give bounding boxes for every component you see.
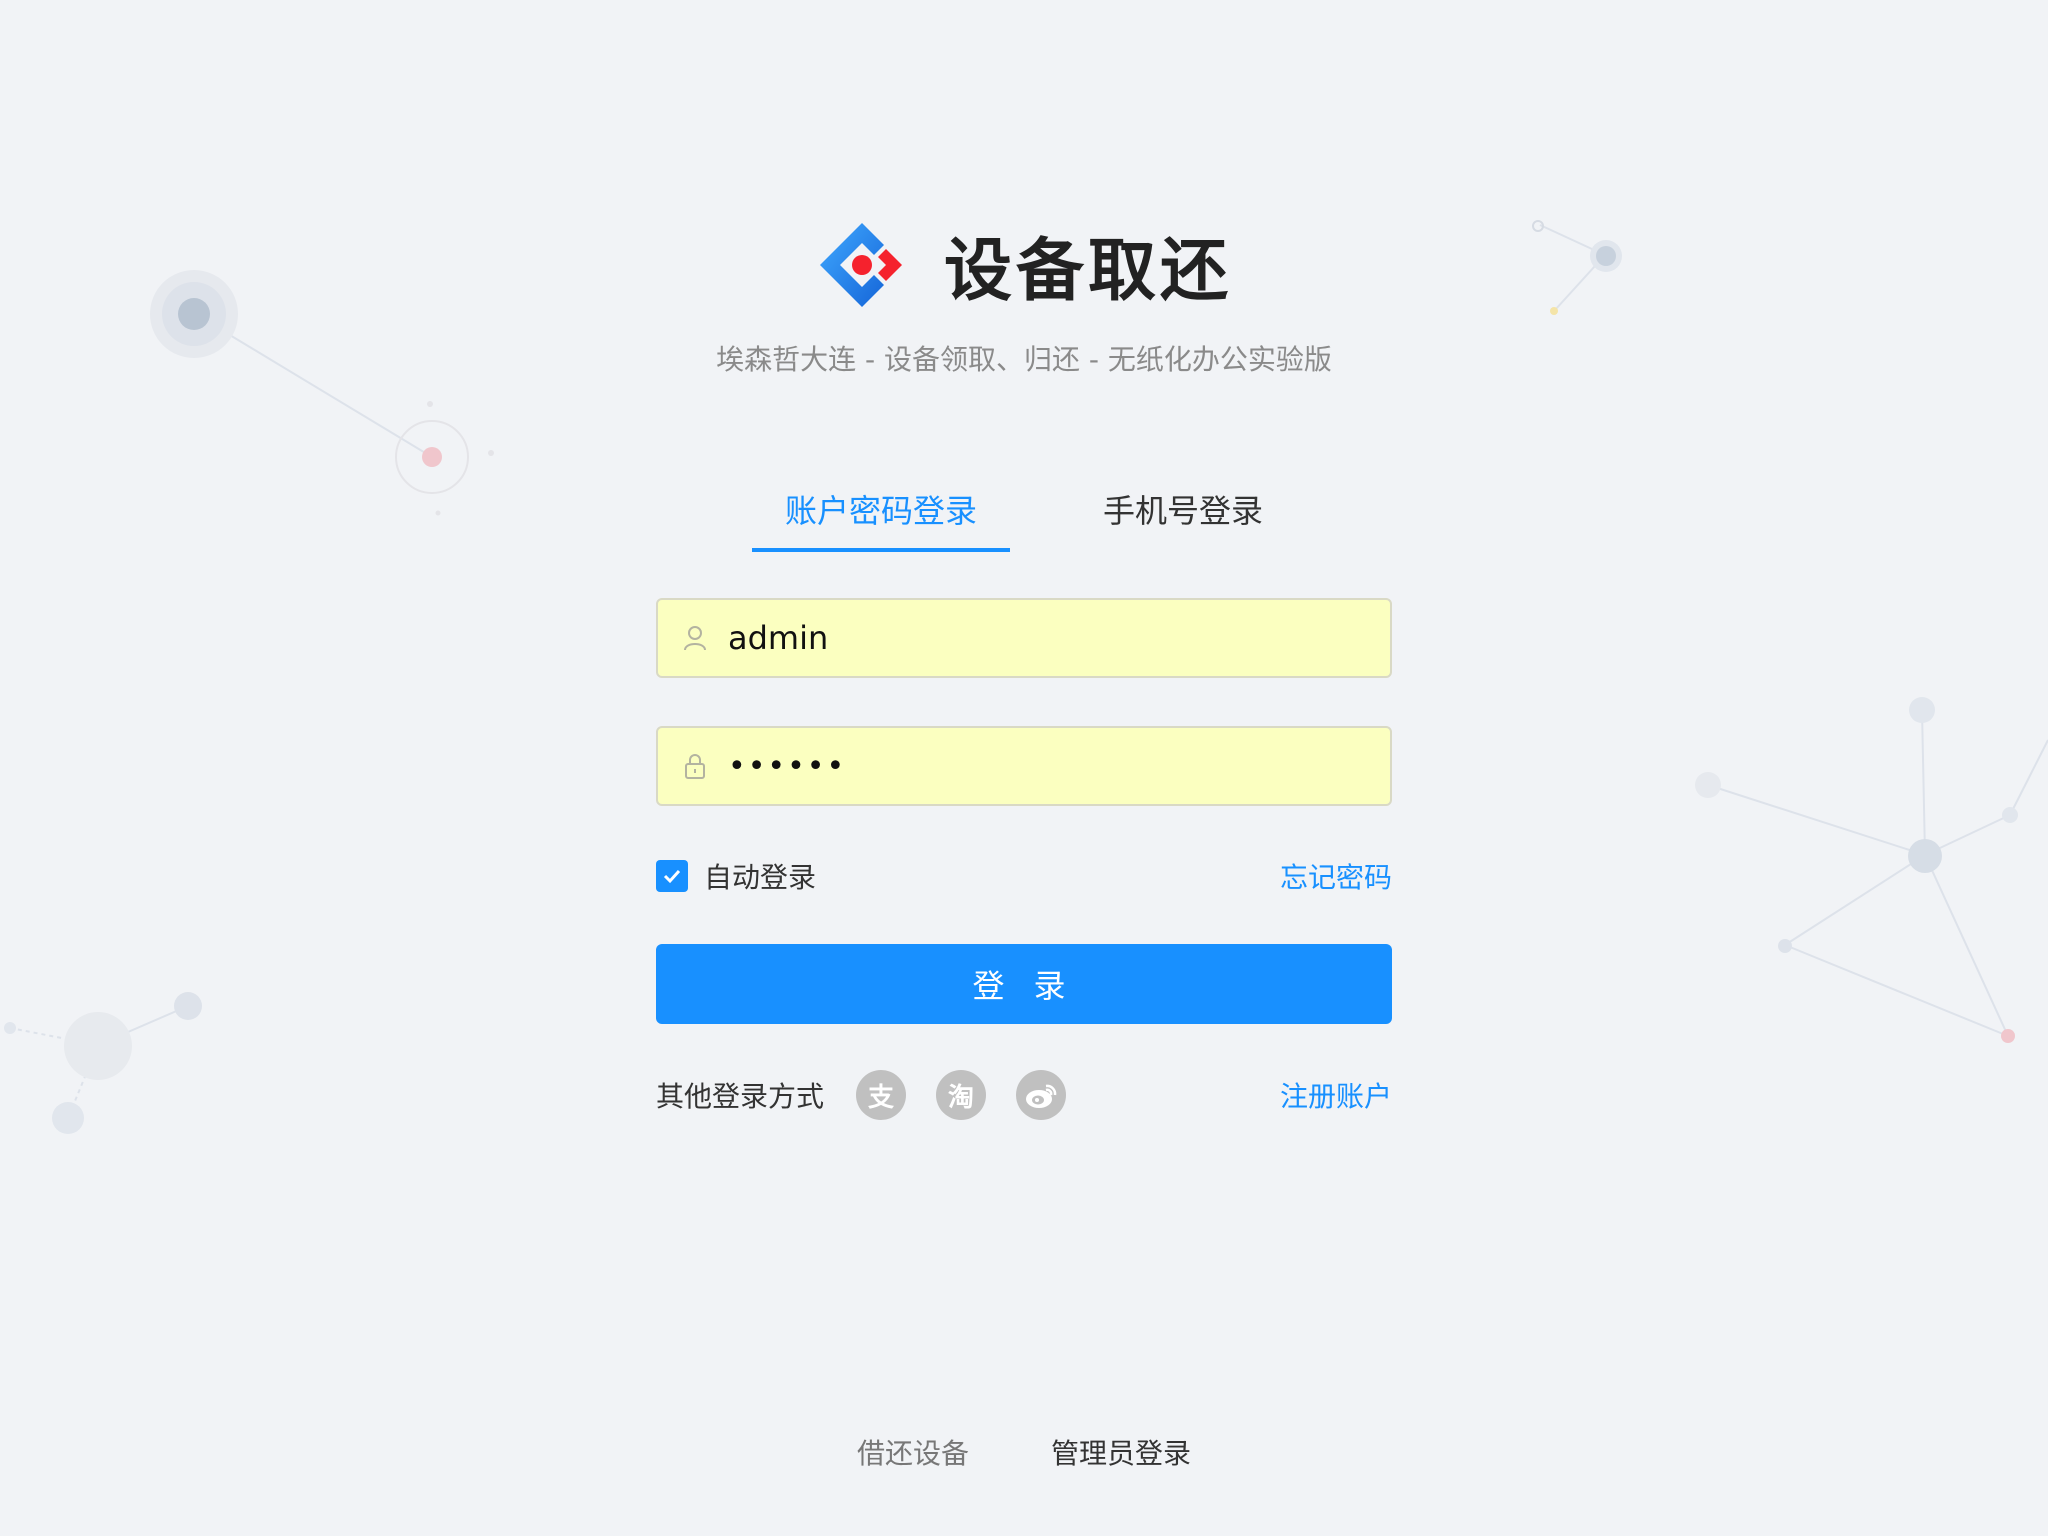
borrow-devices-link[interactable]: 借还设备 [857,1432,969,1472]
user-icon [684,626,706,651]
login-tabs: 账户密码登录 手机号登录 [752,478,1312,552]
alipay-icon[interactable]: 支 [856,1070,907,1120]
admin-login-link[interactable]: 管理员登录 [1051,1432,1191,1472]
login-page: 设备取还 埃森哲大连 - 设备领取、归还 - 无纸化办公实验版 账户密码登录 手… [0,0,2048,1536]
app-logo-icon [819,222,902,307]
login-button[interactable]: 登 录 [656,944,1392,1024]
username-input[interactable] [728,619,1368,657]
check-icon [663,869,681,884]
forgot-password-link[interactable]: 忘记密码 [1280,856,1392,896]
taobao-icon[interactable]: 淘 [936,1070,987,1120]
auto-login-label: 自动登录 [704,861,817,894]
weibo-glyph [1026,1084,1057,1108]
app-subtitle: 埃森哲大连 - 设备领取、归还 - 无纸化办公实验版 [716,343,1332,376]
app-title: 设备取还 [943,232,1232,311]
other-login-label: 其他登录方式 [656,1080,825,1113]
weibo-icon[interactable] [1016,1070,1067,1120]
tab-phone[interactable]: 手机号登录 [1054,478,1312,552]
auto-login-option[interactable]: 自动登录 [656,856,816,896]
tab-account-password[interactable]: 账户密码登录 [752,478,1010,552]
app-header: 设备取还 [0,215,2048,314]
password-field[interactable] [656,726,1392,806]
lock-icon [685,754,705,779]
register-link[interactable]: 注册账户 [1280,1075,1392,1115]
login-options: 自动登录 忘记密码 [656,856,1392,896]
auto-login-checkbox[interactable] [656,860,688,892]
other-login-methods: 其他登录方式 支 淘 注册账户 [656,1070,1392,1120]
username-field[interactable] [656,598,1392,678]
footer-nav: 借还设备 管理员登录 [0,1432,2048,1472]
password-input[interactable] [728,748,1368,784]
